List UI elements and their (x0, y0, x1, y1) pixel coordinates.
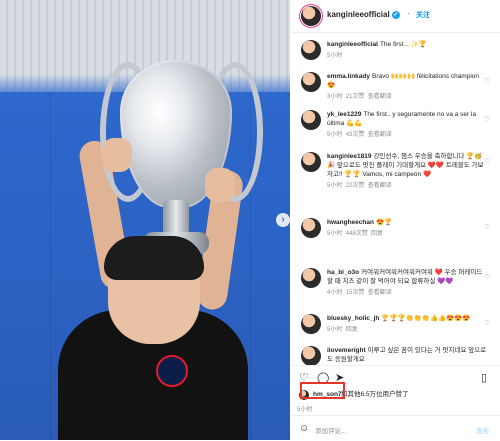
post-side-panel: kanginleeofficial ✓ · 关注 kanginleeofficia… (291, 0, 500, 440)
comment-meta: 4小时 15次赞 查看翻译 (327, 289, 487, 298)
reply-link[interactable]: 查看翻译 (368, 183, 392, 189)
post-photo[interactable]: › (0, 0, 290, 440)
heart-icon[interactable]: ♡ (484, 320, 492, 328)
comment-time: 4小时 (327, 290, 343, 296)
right-hand (205, 168, 235, 202)
emoji-icon[interactable]: ☺ (299, 423, 309, 434)
comment-meta: 3小时 21次赞 查看翻译 (327, 93, 487, 102)
comment-username[interactable]: ha_bi_o3o (327, 269, 359, 276)
reply-link[interactable]: 查看翻译 (368, 94, 392, 100)
club-crest (156, 355, 188, 387)
comment-time: 5小时 (327, 183, 343, 189)
avatar[interactable] (301, 314, 321, 334)
comment-likes[interactable]: 15次赞 (346, 290, 365, 296)
header-username[interactable]: kanginleeofficial ✓ (327, 10, 400, 19)
avatar[interactable] (301, 268, 321, 288)
separator-dot: · (407, 8, 411, 19)
username-link[interactable]: kanginleeofficial (327, 10, 390, 19)
comment-time: 3小时 (327, 94, 343, 100)
comment-input[interactable]: 添加评论... (315, 425, 346, 435)
avatar[interactable] (301, 346, 321, 366)
reply-link[interactable]: 回复 (371, 231, 383, 237)
comment-text: 😍🏆 (375, 219, 393, 226)
comment-body: bluesky_holic_jh 🏆🏆🏆👏👏👏👍👍😍😍😍 5小时 回复 (327, 314, 487, 335)
comment-body: hwangheechan 😍🏆 5小时 448次赞 回复 (327, 218, 487, 239)
heart-icon[interactable]: ♡ (484, 116, 492, 124)
avatar[interactable] (301, 218, 321, 238)
comment-username[interactable]: kanginlee1819 (327, 153, 371, 160)
comment-username[interactable]: emma.linkady (327, 73, 370, 80)
comment-text: 🏆🏆🏆👏👏👏👍👍😍😍😍 (381, 315, 471, 322)
avatar[interactable] (301, 6, 321, 26)
comment-likes[interactable]: 43次赞 (346, 132, 365, 138)
comment-time: 5小时 (327, 327, 343, 333)
reply-link[interactable]: 查看翻译 (368, 132, 392, 138)
heart-icon[interactable]: ♡ (484, 78, 492, 86)
post-date: 5小时 (297, 407, 313, 413)
comment-meta: 5小时 回复 (327, 326, 487, 335)
heart-icon[interactable]: ♡ (484, 274, 492, 282)
caption-time: 5小时 (327, 53, 343, 59)
comment-meta: 5小时 448次赞 回复 (327, 230, 487, 239)
comment-meta: 5小时 43次赞 查看翻译 (327, 131, 487, 140)
wall-seam (50, 92, 51, 440)
comment-body: ilovemeright 이루고 싶은 꿈이 있다는 거 멋지네요 앞으로도 응원… (327, 346, 487, 364)
follow-button[interactable]: 关注 (416, 10, 430, 20)
left-hand (102, 138, 132, 172)
avatar[interactable] (301, 152, 321, 172)
avatar[interactable] (301, 40, 321, 60)
verified-badge-icon: ✓ (391, 10, 400, 19)
caption-text: The first... ✨🏆 (379, 41, 427, 48)
add-comment-bar: ☺ 添加评论... 发布 (291, 415, 500, 441)
post-comment-button[interactable]: 发布 (476, 425, 489, 435)
likes-count-text[interactable]: 和其他6.5万位用户赞了 (341, 389, 409, 401)
comment-time: 5小时 (327, 132, 343, 138)
comment-likes[interactable]: 21次赞 (346, 94, 365, 100)
comment-username[interactable]: hwangheechan (327, 219, 374, 226)
caption-body: kanginleeofficial The first... ✨🏆 5小时 (327, 40, 487, 61)
comment-body: kanginlee1819 강인선수, 챔스 우승을 축하합니다 🏆🥳🎉 앞으로도… (327, 152, 487, 191)
bookmark-icon[interactable]: ▯ (481, 373, 487, 384)
heart-icon[interactable]: ♡ (484, 224, 492, 232)
comment-meta: 5小时 22次赞 查看翻译 (327, 182, 487, 191)
comment-username[interactable]: ilovemeright (327, 347, 366, 354)
player-hair (104, 236, 204, 280)
comment-likes[interactable]: 22次赞 (346, 183, 365, 189)
instagram-post-view: › kanginleeofficial ✓ · 关注 kanginleeoffic… (0, 0, 500, 440)
comment-body: ha_bi_o3o 커여워커여워커여워커여워 ❤️ 우승 퍼레이드 할 때 치즈 … (327, 268, 487, 298)
trophy-stem (163, 200, 189, 236)
avatar[interactable] (301, 72, 321, 92)
caption-username[interactable]: kanginleeofficial (327, 41, 378, 48)
comment-likes[interactable]: 448次赞 (346, 231, 368, 237)
heart-icon[interactable]: ♡ (484, 158, 492, 166)
avatar[interactable] (301, 110, 321, 130)
reply-link[interactable]: 回复 (346, 327, 358, 333)
chevron-right-icon[interactable]: › (276, 213, 290, 227)
comment-body: emma.linkady Bravo 🙌🙌🙌 félicitations cham… (327, 72, 487, 102)
comment-username[interactable]: bluesky_holic_jh (327, 315, 379, 322)
highlight-box (300, 382, 345, 399)
comment-username[interactable]: yk_lee1229 (327, 111, 361, 118)
comment-body: yk_lee1229 The first.. y seguramente no v… (327, 110, 487, 140)
comment-time: 5小时 (327, 231, 343, 237)
post-header: kanginleeofficial ✓ · 关注 (291, 0, 500, 33)
reply-link[interactable]: 查看翻译 (368, 290, 392, 296)
